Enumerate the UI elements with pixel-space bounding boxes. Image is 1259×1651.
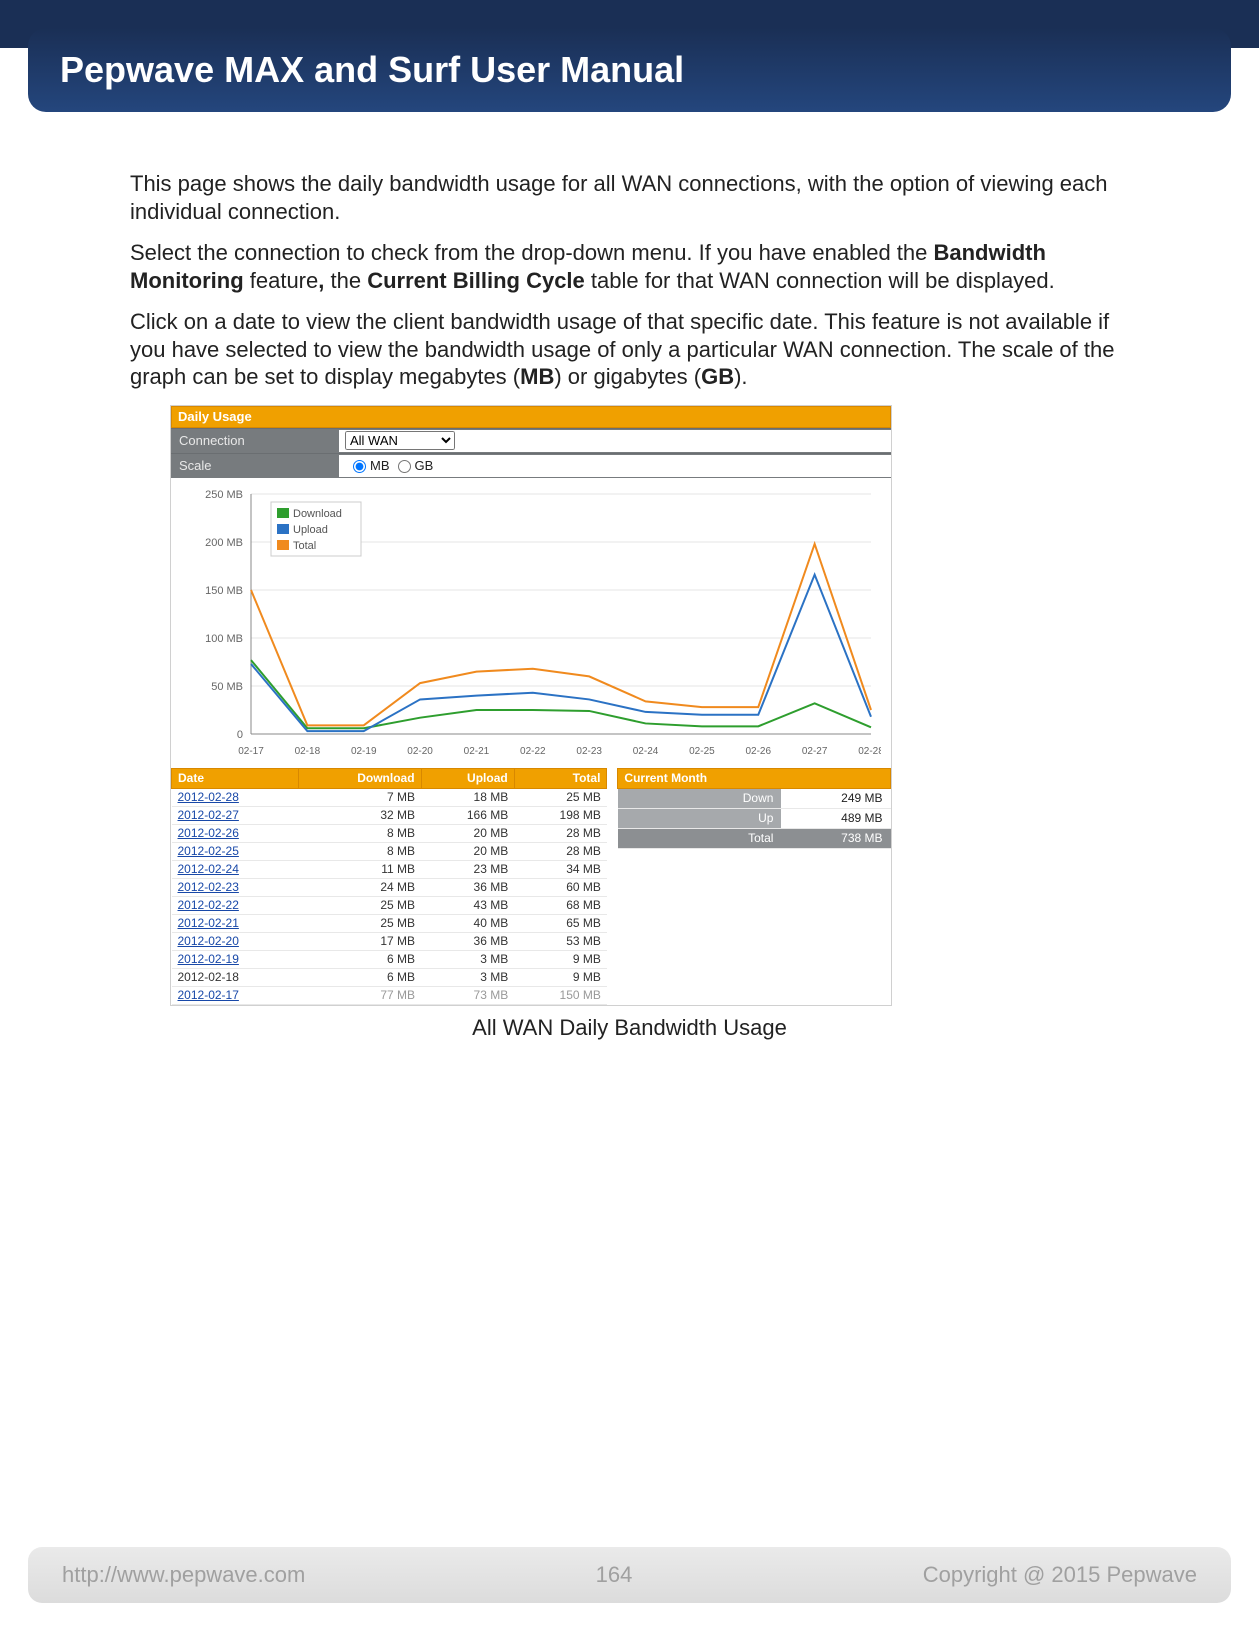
svg-text:0: 0: [237, 729, 243, 741]
date-link[interactable]: 2012-02-26: [178, 826, 239, 840]
date-link[interactable]: 2012-02-22: [178, 898, 239, 912]
svg-text:02-26: 02-26: [745, 746, 771, 757]
chart-area: 0 50 MB 100 MB 150 MB 200 MB 250 MB 02-17 02-18…: [171, 478, 891, 768]
lower-tables: Date Download Upload Total 2012-02-287 M…: [171, 768, 891, 1005]
header: Pepwave MAX and Surf User Manual: [28, 28, 1231, 112]
embedded-screenshot: Daily Usage Connection All WAN Scale MB …: [170, 405, 892, 1006]
table-row: 2012-02-2017 MB36 MB53 MB: [172, 932, 607, 950]
table-row: 2012-02-2732 MB166 MB198 MB: [172, 806, 607, 824]
svg-text:02-21: 02-21: [464, 746, 490, 757]
table-row: 2012-02-2225 MB43 MB68 MB: [172, 896, 607, 914]
date-link[interactable]: 2012-02-17: [178, 988, 239, 1002]
svg-text:02-22: 02-22: [520, 746, 546, 757]
svg-text:Total: Total: [293, 540, 316, 552]
svg-text:02-25: 02-25: [689, 746, 715, 757]
svg-text:02-19: 02-19: [351, 746, 377, 757]
month-down-label: Down: [618, 788, 782, 808]
svg-text:02-18: 02-18: [295, 746, 321, 757]
svg-text:50 MB: 50 MB: [211, 681, 243, 693]
table-row: 2012-02-2411 MB23 MB34 MB: [172, 860, 607, 878]
table-row: 2012-02-287 MB18 MB25 MB: [172, 788, 607, 806]
page-title: Pepwave MAX and Surf User Manual: [60, 49, 684, 91]
table-row: 2012-02-268 MB20 MB28 MB: [172, 824, 607, 842]
svg-text:02-23: 02-23: [576, 746, 602, 757]
daily-table: Date Download Upload Total 2012-02-287 M…: [171, 768, 607, 1005]
date-link[interactable]: 2012-02-20: [178, 934, 239, 948]
connection-select[interactable]: All WAN: [345, 431, 455, 450]
scale-mb-radio[interactable]: [353, 460, 366, 473]
content: This page shows the daily bandwidth usag…: [130, 170, 1129, 1041]
date-link[interactable]: 2012-02-25: [178, 844, 239, 858]
svg-text:02-17: 02-17: [238, 746, 264, 757]
svg-text:02-27: 02-27: [802, 746, 828, 757]
date-link[interactable]: 2012-02-21: [178, 916, 239, 930]
svg-text:100 MB: 100 MB: [205, 633, 243, 645]
month-total-val: 738 MB: [781, 828, 890, 848]
paragraph-1: This page shows the daily bandwidth usag…: [130, 170, 1129, 225]
scale-label: Scale: [171, 458, 339, 474]
table-row: 2012-02-196 MB3 MB9 MB: [172, 950, 607, 968]
month-up-label: Up: [618, 808, 782, 828]
footer-copyright: Copyright @ 2015 Pepwave: [923, 1562, 1197, 1588]
svg-text:02-24: 02-24: [633, 746, 659, 757]
svg-text:Upload: Upload: [293, 524, 328, 536]
svg-text:Download: Download: [293, 508, 342, 520]
date-link[interactable]: 2012-02-27: [178, 808, 239, 822]
col-upload: Upload: [421, 768, 514, 788]
svg-text:150 MB: 150 MB: [205, 585, 243, 597]
month-up-val: 489 MB: [781, 808, 890, 828]
footer: http://www.pepwave.com 164 Copyright @ 2…: [28, 1547, 1231, 1603]
table-row: 2012-02-258 MB20 MB28 MB: [172, 842, 607, 860]
col-download: Download: [299, 768, 421, 788]
month-down-val: 249 MB: [781, 788, 890, 808]
section-title: Daily Usage: [171, 406, 891, 428]
daily-usage-chart: 0 50 MB 100 MB 150 MB 200 MB 250 MB 02-17 02-18…: [181, 484, 881, 764]
svg-text:02-20: 02-20: [407, 746, 433, 757]
table-row: 2012-02-186 MB3 MB9 MB: [172, 968, 607, 986]
svg-text:250 MB: 250 MB: [205, 489, 243, 501]
screenshot-caption: All WAN Daily Bandwidth Usage: [130, 1014, 1129, 1042]
paragraph-3: Click on a date to view the client bandw…: [130, 308, 1129, 391]
connection-label: Connection: [171, 433, 339, 449]
current-month-table: Current Month Down 249 MB Up 489 MB Tota…: [617, 768, 891, 849]
scale-mb-option[interactable]: MB: [345, 458, 390, 474]
table-row: 2012-02-2125 MB40 MB65 MB: [172, 914, 607, 932]
scale-gb-radio[interactable]: [398, 460, 411, 473]
svg-text:200 MB: 200 MB: [205, 537, 243, 549]
table-row: 2012-02-1777 MB73 MB150 MB: [172, 986, 607, 1004]
date-link[interactable]: 2012-02-28: [178, 790, 239, 804]
paragraph-2: Select the connection to check from the …: [130, 239, 1129, 294]
month-title: Current Month: [618, 768, 891, 788]
month-total-label: Total: [618, 828, 782, 848]
date-link[interactable]: 2012-02-24: [178, 862, 239, 876]
svg-text:02-28: 02-28: [858, 746, 881, 757]
scale-row: Scale MB GB: [171, 453, 891, 478]
footer-page: 164: [596, 1562, 633, 1588]
table-row: 2012-02-2324 MB36 MB60 MB: [172, 878, 607, 896]
scale-gb-option[interactable]: GB: [390, 458, 434, 474]
date-link[interactable]: 2012-02-23: [178, 880, 239, 894]
connection-row: Connection All WAN: [171, 428, 891, 453]
footer-url: http://www.pepwave.com: [62, 1562, 305, 1588]
date-link[interactable]: 2012-02-19: [178, 952, 239, 966]
col-total: Total: [514, 768, 607, 788]
col-date: Date: [172, 768, 299, 788]
